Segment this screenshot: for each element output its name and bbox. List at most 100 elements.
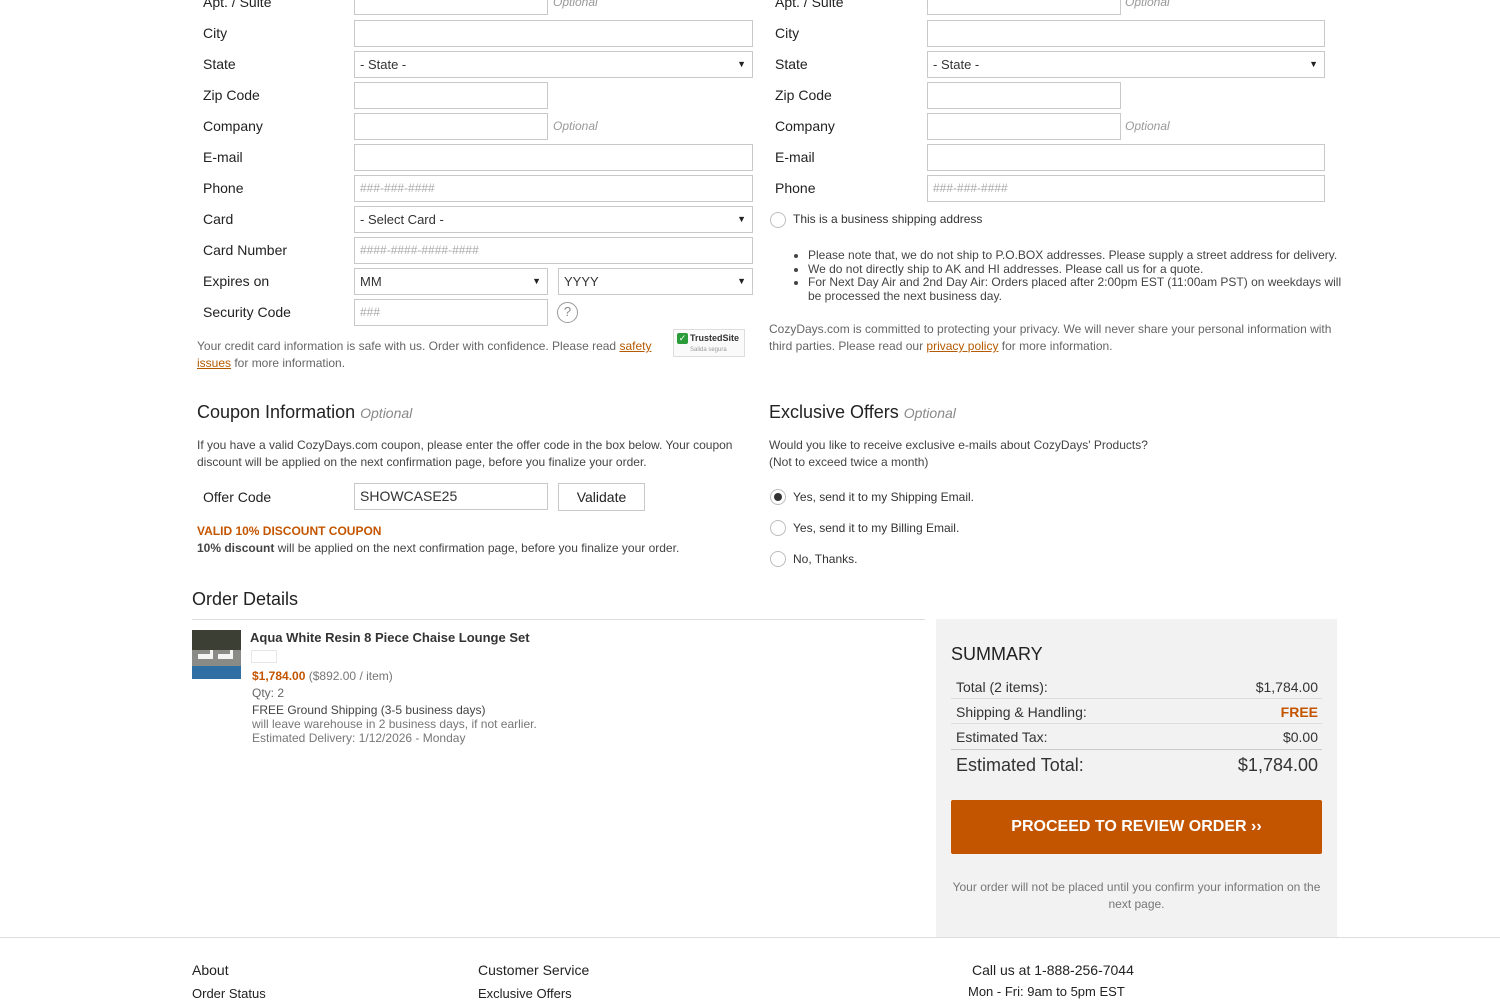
expiry-year-select[interactable]: YYYY ▼ bbox=[558, 268, 753, 295]
security-code-input[interactable]: ### bbox=[354, 299, 548, 326]
summary-shipping-label: Shipping & Handling: bbox=[956, 704, 1087, 720]
offer-radio-billing[interactable] bbox=[770, 520, 786, 536]
safety-issues-link-1[interactable]: safety bbox=[619, 339, 651, 353]
divider bbox=[951, 749, 1322, 750]
footer-about-heading: About bbox=[192, 962, 229, 978]
ship-state-value: - State - bbox=[933, 57, 980, 72]
safety-issues-link-2[interactable]: issues bbox=[197, 356, 231, 370]
summary-tax-label: Estimated Tax: bbox=[956, 729, 1048, 745]
safety-note: Your credit card information is safe wit… bbox=[197, 338, 657, 372]
expires-label: Expires on bbox=[203, 273, 270, 289]
company-input[interactable] bbox=[354, 113, 548, 140]
trustedsite-sub: Salida segura bbox=[690, 347, 727, 353]
coupon-desc: If you have a valid CozyDays.com coupon,… bbox=[197, 438, 733, 469]
summary-total-value: $1,784.00 bbox=[1255, 679, 1318, 695]
ship-email-label: E-mail bbox=[775, 149, 815, 165]
business-address-label: This is a business shipping address bbox=[793, 212, 983, 226]
offers-title-text: Exclusive Offers bbox=[769, 402, 899, 422]
state-select[interactable]: - State - ▼ bbox=[354, 51, 753, 78]
card-select[interactable]: - Select Card - ▼ bbox=[354, 206, 753, 233]
ship-company-label: Company bbox=[775, 118, 835, 134]
summary-shipping-row: Shipping & Handling: FREE bbox=[956, 704, 1318, 720]
proceed-to-review-button[interactable]: PROCEED TO REVIEW ORDER ›› bbox=[951, 800, 1322, 854]
estimated-delivery: Estimated Delivery: 1/12/2026 - Monday bbox=[252, 731, 466, 745]
ship-company-input[interactable] bbox=[927, 113, 1121, 140]
summary-estimated-row: Estimated Total: $1,784.00 bbox=[956, 755, 1318, 776]
footer-divider bbox=[0, 937, 1500, 938]
summary-estimated-value: $1,784.00 bbox=[1237, 755, 1318, 775]
email-input[interactable] bbox=[354, 144, 753, 171]
ship-phone-label: Phone bbox=[775, 180, 816, 196]
state-select-value: - State - bbox=[360, 57, 407, 72]
business-address-checkbox[interactable] bbox=[770, 212, 786, 228]
ship-apt-optional: Optional bbox=[1125, 0, 1170, 9]
product-name[interactable]: Aqua White Resin 8 Piece Chaise Lounge S… bbox=[250, 630, 530, 645]
summary-tax-value: $0.00 bbox=[1282, 729, 1318, 745]
coupon-valid-message: VALID 10% DISCOUNT COUPON bbox=[197, 524, 382, 538]
summary-total-label: Total (2 items): bbox=[956, 679, 1048, 695]
privacy-note: CozyDays.com is committed to protecting … bbox=[769, 321, 1339, 355]
offer-radio-no[interactable] bbox=[770, 551, 786, 567]
offer-option-billing: Yes, send it to my Billing Email. bbox=[793, 521, 960, 535]
offers-desc-1: Would you like to receive exclusive e-ma… bbox=[769, 438, 1148, 452]
card-label: Card bbox=[203, 211, 234, 227]
ship-email-input[interactable] bbox=[927, 144, 1325, 171]
city-input[interactable] bbox=[354, 20, 753, 47]
phone-input[interactable]: ###-###-#### bbox=[354, 175, 753, 202]
footer-hours: Mon - Fri: 9am to 5pm EST bbox=[968, 984, 1125, 999]
city-label: City bbox=[203, 25, 228, 41]
offer-code-input[interactable]: SHOWCASE25 bbox=[354, 483, 548, 510]
expiry-month-select[interactable]: MM ▼ bbox=[354, 268, 548, 295]
summary-note: Your order will not be placed until you … bbox=[952, 880, 1321, 911]
offers-optional: Optional bbox=[903, 405, 956, 421]
ship-apt-input[interactable] bbox=[927, 0, 1121, 15]
offer-option-no: No, Thanks. bbox=[793, 552, 858, 566]
chevron-down-icon: ▼ bbox=[737, 276, 746, 286]
chevron-down-icon: ▼ bbox=[532, 276, 541, 286]
privacy-policy-link[interactable]: privacy policy bbox=[926, 339, 998, 353]
trustedsite-badge[interactable]: ✓ TrustedSite Salida segura bbox=[673, 329, 745, 357]
product-price: $1,784.00 bbox=[252, 669, 306, 683]
ship-state-select[interactable]: - State - ▼ bbox=[927, 51, 1325, 78]
shipping-note: We do not directly ship to AK and HI add… bbox=[808, 262, 1348, 277]
ship-city-label: City bbox=[775, 25, 800, 41]
product-price-line: $1,784.00 ($892.00 / item) bbox=[252, 669, 393, 683]
divider bbox=[192, 619, 925, 620]
summary-title: SUMMARY bbox=[951, 644, 1043, 664]
chevron-down-icon: ▼ bbox=[737, 59, 746, 69]
warehouse-note: will leave warehouse in 2 business days,… bbox=[252, 717, 537, 731]
discount-bold: 10% discount bbox=[197, 541, 275, 555]
card-number-input[interactable]: ####-####-####-#### bbox=[354, 237, 753, 264]
offers-title: Exclusive Offers Optional bbox=[769, 402, 956, 423]
privacy-note-tail: for more information. bbox=[998, 339, 1113, 353]
zip-label: Zip Code bbox=[203, 87, 260, 103]
phone-label: Phone bbox=[203, 180, 244, 196]
order-details-title: Order Details bbox=[192, 589, 299, 609]
shipping-notes: Please note that, we do not ship to P.O.… bbox=[790, 248, 1348, 303]
summary-estimated-label: Estimated Total: bbox=[956, 755, 1084, 775]
security-label: Security Code bbox=[203, 304, 291, 320]
summary-shipping-value: FREE bbox=[1280, 704, 1318, 720]
discount-rest: will be applied on the next confirmation… bbox=[274, 541, 680, 555]
ship-state-label: State bbox=[775, 56, 808, 72]
ship-city-input[interactable] bbox=[927, 20, 1325, 47]
safety-note-tail: for more information. bbox=[231, 356, 346, 370]
zip-input[interactable] bbox=[354, 82, 548, 109]
apt-input[interactable] bbox=[354, 0, 548, 15]
product-unit-price: ($892.00 / item) bbox=[308, 669, 393, 683]
apt-optional: Optional bbox=[553, 0, 598, 9]
ship-zip-input[interactable] bbox=[927, 82, 1121, 109]
footer-phone[interactable]: Call us at 1-888-256-7044 bbox=[972, 962, 1134, 978]
shipping-note: For Next Day Air and 2nd Day Air: Orders… bbox=[808, 275, 1348, 303]
email-label: E-mail bbox=[203, 149, 243, 165]
safety-note-text: Your credit card information is safe wit… bbox=[197, 339, 620, 353]
shipping-note: Please note that, we do not ship to P.O.… bbox=[808, 248, 1348, 263]
product-thumbnail[interactable] bbox=[192, 630, 241, 679]
footer-customer-service-heading: Customer Service bbox=[478, 962, 590, 978]
ship-phone-input[interactable]: ###-###-#### bbox=[927, 175, 1325, 202]
offer-option-shipping: Yes, send it to my Shipping Email. bbox=[793, 490, 974, 504]
offer-radio-shipping[interactable] bbox=[770, 489, 786, 505]
chevron-down-icon: ▼ bbox=[1309, 59, 1318, 69]
validate-button[interactable]: Validate bbox=[558, 483, 645, 511]
help-icon[interactable]: ? bbox=[557, 302, 578, 323]
